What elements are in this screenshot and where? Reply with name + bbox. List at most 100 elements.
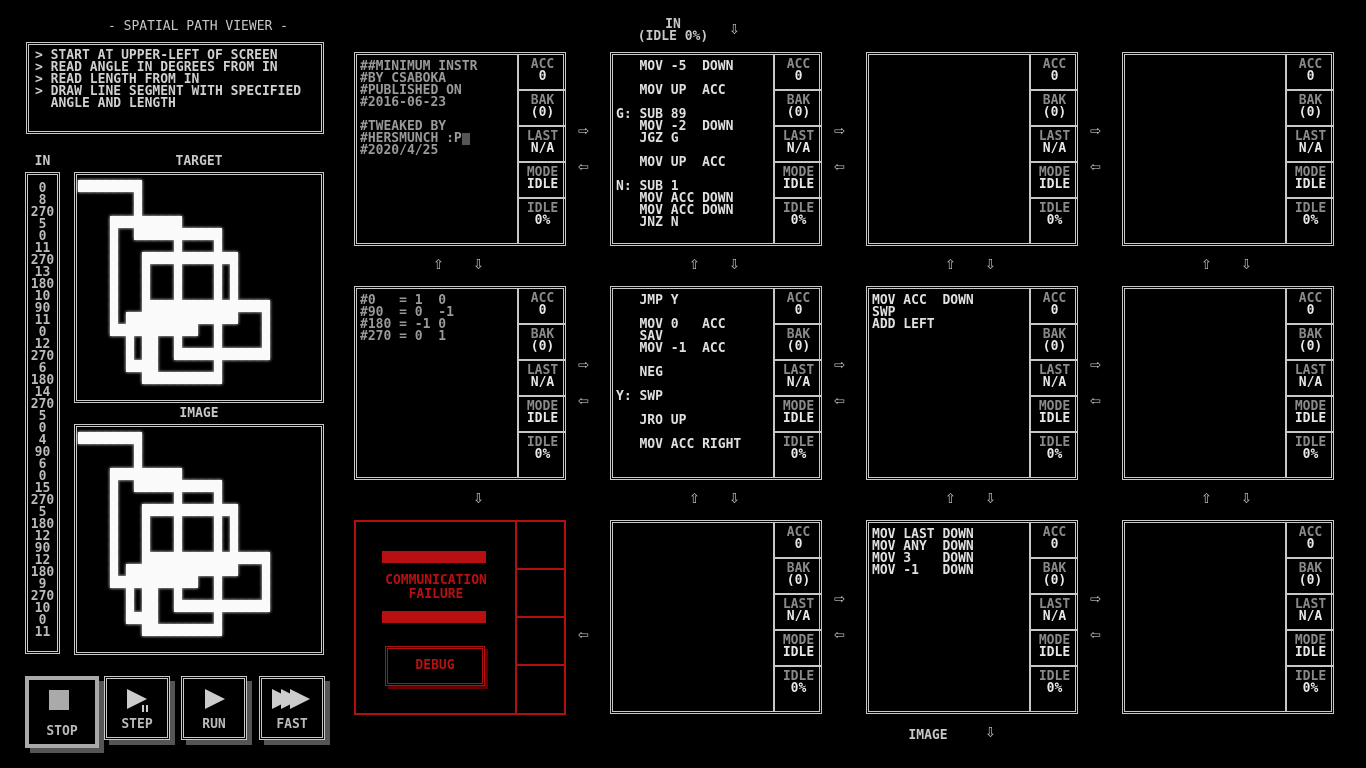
image-pixel — [174, 468, 182, 480]
image-pixel — [110, 180, 118, 192]
image-pixel — [246, 348, 254, 360]
image-pixel — [222, 564, 230, 576]
image-pixel — [182, 252, 190, 264]
image-pixel — [126, 348, 134, 360]
image-pixel — [142, 612, 150, 624]
image-pixel — [150, 216, 158, 228]
compute-node: ACC 0 BAK (0) LAST N/A MODE IDLE IDLE 0% — [610, 520, 822, 714]
image-pixel — [190, 576, 198, 588]
image-pixel — [126, 312, 134, 324]
image-pixel — [182, 480, 190, 492]
image-pixel — [182, 600, 190, 612]
image-pixel — [206, 624, 214, 636]
output-port-label: IMAGE — [908, 728, 948, 743]
debug-button[interactable]: DEBUG — [385, 646, 485, 686]
code-line: ADD LEFT — [872, 317, 935, 332]
register-value: N/A — [1042, 375, 1067, 390]
register-acc: ACC 0 — [775, 55, 822, 91]
image-pixel — [182, 624, 190, 636]
image-pixel — [166, 480, 174, 492]
register-idle: IDLE 0% — [1031, 667, 1078, 703]
image-pixel — [190, 504, 198, 516]
arrow-right-icon: ⇨ — [578, 120, 589, 141]
image-pixel — [126, 564, 134, 576]
arrow-left-icon: ⇦ — [834, 390, 845, 411]
image-pixel — [198, 300, 206, 312]
image-pixel — [198, 504, 206, 516]
register-acc: ACC 0 — [519, 55, 566, 91]
register-value: (0) — [786, 573, 811, 588]
image-pixel — [110, 480, 118, 492]
image-pixel — [118, 432, 126, 444]
code-editor[interactable]: MOV LAST DOWN MOV ANY DOWN MOV 3 DOWN MOV -… — [872, 528, 1030, 577]
register-last: LAST N/A — [1287, 595, 1334, 631]
image-pixel — [190, 312, 198, 324]
register-idle: IDLE 0% — [519, 199, 566, 235]
image-pixel — [230, 288, 238, 300]
image-pixel — [190, 624, 198, 636]
arrow-down-icon: ⇩ — [1241, 487, 1252, 508]
register-idle: IDLE 0% — [1287, 667, 1334, 703]
run-button[interactable]: RUN — [181, 676, 247, 740]
image-pixel — [134, 360, 142, 372]
image-pixel — [190, 228, 198, 240]
image-pixel — [190, 252, 198, 264]
image-pixel — [150, 252, 158, 264]
image-pixel — [142, 576, 150, 588]
image-pixel — [142, 600, 150, 612]
image-pixel — [110, 288, 118, 300]
arrow-down-icon: ⇩ — [1241, 253, 1252, 274]
stop-button[interactable]: STOP — [25, 676, 99, 748]
image-pixel — [102, 432, 110, 444]
image-pixel — [246, 600, 254, 612]
image-pixel — [198, 228, 206, 240]
image-pixel — [150, 588, 158, 600]
code-editor[interactable]: MOV ACC DOWN SWP ADD LEFT — [872, 294, 1030, 332]
register-value: 0% — [1302, 213, 1319, 228]
register-bak: BAK (0) — [775, 91, 822, 127]
code-line: #270 = 0 1 — [360, 329, 447, 344]
register-value: 0 — [538, 303, 547, 318]
image-pixel — [206, 480, 214, 492]
image-pixel — [150, 480, 158, 492]
fast-forward-icon — [272, 689, 310, 709]
image-pixel — [118, 216, 126, 228]
register-value: (0) — [1298, 339, 1323, 354]
image-pixel — [142, 528, 150, 540]
register-value: 0 — [1050, 69, 1059, 84]
image-pixel — [198, 552, 206, 564]
image-pixel — [254, 348, 262, 360]
image-pixel — [134, 612, 142, 624]
image-pixel — [150, 624, 158, 636]
code-editor[interactable]: #0 = 1 0 #90 = 0 -1 #180 = -1 0 #270 = 0 1 — [360, 294, 518, 344]
arrow-up-icon: ⇧ — [689, 487, 700, 508]
register-last: LAST N/A — [775, 127, 822, 163]
image-pixel — [110, 240, 118, 252]
image-pixel — [158, 552, 166, 564]
code-editor[interactable]: JMP Y MOV 0 ACC SAV MOV -1 ACC NEG Y: SWP… — [616, 294, 774, 451]
step-button[interactable]: STEP — [104, 676, 170, 740]
register-mode: MODE IDLE — [1031, 397, 1078, 433]
code-editor[interactable]: MOV -5 DOWN MOV UP ACC G: SUB 89 MOV -2 D… — [616, 60, 774, 229]
image-pixel — [238, 552, 246, 564]
register-value: (0) — [1298, 573, 1323, 588]
image-pixel — [126, 324, 134, 336]
register-mode: MODE IDLE — [775, 631, 822, 667]
failure-message: COMMUNICATION — [385, 573, 487, 588]
image-pixel — [214, 264, 222, 276]
image-pixel — [126, 576, 134, 588]
image-pixel — [214, 552, 222, 564]
code-editor[interactable]: ##MINIMUM INSTR #BY CSABOKA #PUBLISHED ON #… — [360, 60, 518, 157]
image-pixel — [110, 252, 118, 264]
register-value: N/A — [1298, 375, 1323, 390]
register-value: (0) — [1042, 339, 1067, 354]
image-pixel — [150, 312, 158, 324]
puzzle-description: > START AT UPPER-LEFT OF SCREEN > READ A… — [26, 42, 324, 134]
image-pixel — [262, 564, 270, 576]
image-pixel — [262, 600, 270, 612]
code-line: Y: SWP — [616, 389, 663, 404]
fast-button[interactable]: FAST — [259, 676, 325, 740]
image-pixel — [134, 216, 142, 228]
image-pixel — [230, 264, 238, 276]
image-pixel — [158, 576, 166, 588]
